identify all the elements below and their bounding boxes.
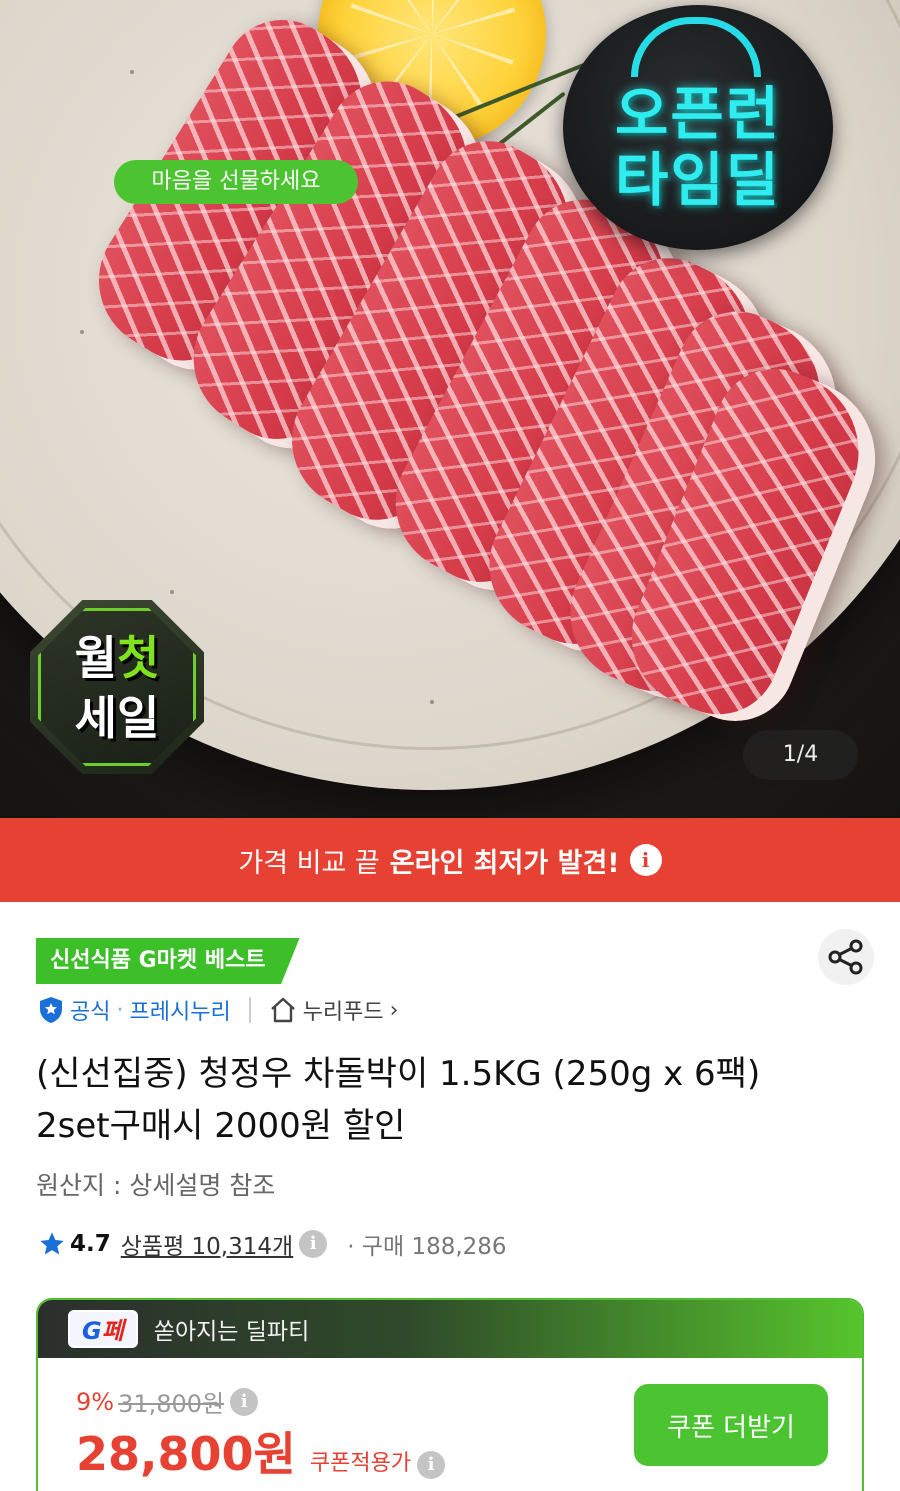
- store-name: 누리푸드: [302, 1000, 384, 1025]
- original-price: 31,800원: [118, 1390, 225, 1418]
- price-row: 28,800원 쿠폰적용가 i: [76, 1418, 446, 1484]
- info-icon[interactable]: i: [230, 1387, 259, 1416]
- rating-value: 4.7: [70, 1231, 111, 1257]
- badge-text-line2: 타임딜: [614, 146, 782, 214]
- share-button[interactable]: [818, 929, 874, 985]
- product-image[interactable]: 오픈런 타임딜 월첫 세일 1/4: [0, 0, 900, 818]
- gpay-logo: G페: [68, 1310, 138, 1348]
- info-icon[interactable]: i: [299, 1230, 328, 1258]
- sale-price: 28,800원: [76, 1427, 296, 1481]
- product-title: (신선집중) 청정우 차돌박이 1.5KG (250g x 6팩) 2set구매…: [36, 1054, 761, 1146]
- image-counter: 1/4: [743, 730, 858, 780]
- home-icon: [270, 997, 295, 1023]
- origin-text: 원산지 : 상세설명 참조: [36, 1171, 276, 1200]
- review-count-link[interactable]: 상품평 10,314개: [121, 1227, 293, 1261]
- verified-shield-icon: [40, 997, 62, 1023]
- official-label: 공식: [70, 1000, 111, 1025]
- gift-pill[interactable]: 마음을 선물하세요: [114, 160, 358, 204]
- deal-header-text: 쏟아지는 딜파티: [153, 1319, 310, 1345]
- seller-name-link[interactable]: 프레시누리: [129, 994, 230, 1026]
- info-icon[interactable]: i: [417, 1451, 446, 1479]
- discount-row: 9% 31,800원 i: [76, 1384, 259, 1419]
- divider: [248, 997, 251, 1023]
- separator-dot: ·: [116, 997, 124, 1023]
- star-icon: [40, 1232, 64, 1255]
- badge-month-row2: 세일: [74, 691, 160, 745]
- coupon-price-label: 쿠폰적용가: [309, 1451, 412, 1476]
- banner-highlight: 온라인 최저가 발견!: [389, 847, 620, 879]
- purchase-count: · 구매 188,286: [347, 1234, 507, 1260]
- deal-header: G페 쏟아지는 딜파티: [38, 1300, 862, 1358]
- discount-percent: 9%: [76, 1387, 115, 1416]
- more-coupon-button[interactable]: 쿠폰 더받기: [634, 1384, 828, 1466]
- badge-month-row1: 월첫: [74, 631, 160, 685]
- deal-card: G페 쏟아지는 딜파티 9% 31,800원 i 28,800원 쿠폰적용가 i…: [36, 1298, 864, 1491]
- share-icon: [828, 939, 863, 975]
- seller-row: 공식 · 프레시누리 누리푸드 ›: [38, 992, 398, 1028]
- best-category-tag[interactable]: 신선식품 G마켓 베스트: [36, 938, 300, 984]
- banner-prefix: 가격 비교 끝: [238, 847, 380, 879]
- info-icon[interactable]: i: [629, 844, 662, 876]
- chevron-right-icon: ›: [389, 997, 399, 1023]
- rating-row: 4.7 상품평 10,314개 i · 구매 188,286: [38, 1226, 507, 1262]
- store-link[interactable]: 누리푸드 ›: [269, 994, 399, 1026]
- open-run-timedeal-badge: 오픈런 타임딜: [563, 5, 833, 250]
- lowest-price-banner[interactable]: 가격 비교 끝 온라인 최저가 발견! i: [0, 818, 900, 902]
